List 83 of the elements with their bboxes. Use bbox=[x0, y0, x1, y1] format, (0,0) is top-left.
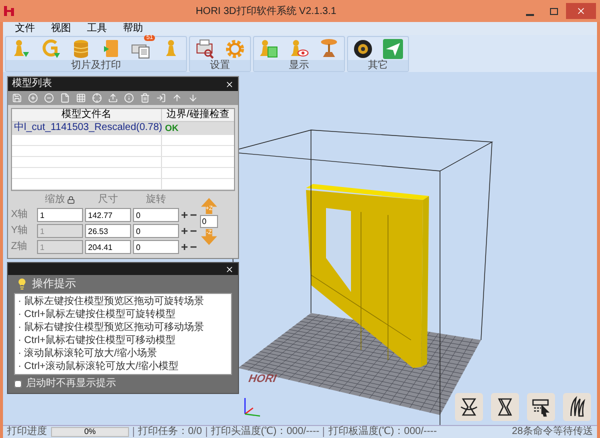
arrow-down-icon[interactable] bbox=[188, 93, 198, 103]
window-title: HORI 3D打印软件系统 V2.1.3.1 bbox=[194, 4, 338, 18]
command-queue-status: 28条命令等待传送 bbox=[512, 427, 593, 437]
print-job-status: 打印任务：0/0 bbox=[138, 427, 202, 437]
decrease-button[interactable]: − bbox=[190, 241, 198, 253]
pawn-eye-icon[interactable] bbox=[288, 38, 310, 60]
tips-title: 操作提示 bbox=[32, 276, 76, 292]
file-icon[interactable] bbox=[60, 93, 70, 103]
menu-item[interactable]: 工具 bbox=[87, 24, 107, 34]
trash-icon[interactable] bbox=[140, 93, 150, 103]
z-offset-field[interactable]: 0 bbox=[200, 215, 218, 228]
info-icon[interactable] bbox=[124, 93, 134, 103]
rotation-field[interactable]: 0 bbox=[133, 240, 179, 254]
increase-button[interactable]: + bbox=[181, 225, 188, 237]
tip-text: · Ctrl+滚动鼠标滚轮可放大/缩小模型 bbox=[18, 360, 180, 373]
tip-text: · Ctrl+鼠标左键按住模型可旋转模型 bbox=[18, 308, 176, 321]
view-button[interactable] bbox=[563, 393, 591, 421]
menu-item[interactable]: 视图 bbox=[51, 24, 71, 34]
ribbon-group-label: 切片及打印 bbox=[6, 60, 186, 71]
grid-icon[interactable] bbox=[76, 93, 86, 103]
scale-field[interactable]: 1 bbox=[37, 208, 83, 222]
tip-text: · Ctrl+鼠标右键按住模型可移动模型 bbox=[18, 334, 176, 347]
axis-label: X轴 bbox=[11, 210, 29, 220]
ribbon-group-label: 设置 bbox=[190, 60, 250, 71]
gear-icon[interactable] bbox=[224, 38, 246, 60]
rotation-heading: 旋转 bbox=[145, 194, 167, 206]
rotation-field[interactable]: 0 bbox=[133, 208, 179, 222]
close-button[interactable] bbox=[566, 3, 596, 19]
increase-button[interactable]: + bbox=[181, 209, 188, 221]
menu-item[interactable]: 文件 bbox=[15, 24, 35, 34]
size-field[interactable]: 26.53 bbox=[85, 224, 131, 238]
pawn-sheet-icon[interactable] bbox=[258, 38, 280, 60]
lamp-icon[interactable] bbox=[318, 38, 340, 60]
increase-button[interactable]: + bbox=[181, 241, 188, 253]
restore-icon[interactable] bbox=[550, 8, 558, 14]
add-icon[interactable] bbox=[28, 93, 38, 103]
file-name-cell: 中l_cut_1141503_Rescaled(0.78) bbox=[12, 122, 162, 134]
remove-icon[interactable] bbox=[44, 93, 54, 103]
printer-magnifier-icon[interactable] bbox=[194, 38, 216, 60]
paper-plane-icon[interactable] bbox=[382, 38, 404, 60]
model-row[interactable]: 中l_cut_1141503_Rescaled(0.78) OK bbox=[12, 122, 234, 135]
tip-text: · 鼠标右键按住模型预览区拖动可移动场景 bbox=[18, 321, 206, 334]
lock-icon[interactable] bbox=[67, 196, 75, 204]
upload-icon[interactable] bbox=[108, 93, 118, 103]
progress-label: 打印进度 bbox=[7, 427, 47, 437]
rotation-field[interactable]: 0 bbox=[133, 224, 179, 238]
app-logo-icon bbox=[4, 6, 14, 16]
close-icon[interactable] bbox=[225, 80, 234, 88]
ring-arrow-icon[interactable] bbox=[40, 38, 62, 60]
column-header: 模型文件名 bbox=[12, 109, 162, 121]
panel-title: 模型列表 bbox=[12, 79, 52, 89]
size-heading: 尺寸 bbox=[97, 194, 119, 206]
column-header: 边界/碰撞检查 bbox=[166, 109, 230, 121]
dont-show-label: 启动时不再显示提示 bbox=[26, 378, 116, 390]
import-icon[interactable] bbox=[156, 93, 166, 103]
view-button[interactable] bbox=[527, 393, 555, 421]
view-button[interactable] bbox=[491, 393, 519, 421]
check-status-cell-text: OK bbox=[164, 122, 180, 134]
arrow-up-icon[interactable] bbox=[172, 93, 182, 103]
camera-lens-icon[interactable] bbox=[352, 38, 374, 60]
dont-show-checkbox[interactable] bbox=[14, 380, 22, 388]
tip-text: · 鼠标左键按住模型预览区拖动可旋转场景 bbox=[18, 295, 206, 308]
decrease-button[interactable]: − bbox=[190, 225, 198, 237]
decrease-button[interactable]: − bbox=[190, 209, 198, 221]
size-field[interactable]: 142.77 bbox=[85, 208, 131, 222]
axis-label: Z轴 bbox=[11, 242, 28, 252]
save-icon[interactable] bbox=[12, 93, 22, 103]
view-button[interactable] bbox=[455, 393, 483, 421]
lightbulb-icon bbox=[16, 278, 28, 290]
crosshair-icon[interactable] bbox=[92, 93, 102, 103]
ribbon-group-label: 其它 bbox=[348, 60, 408, 71]
progress-reading: 0% bbox=[83, 428, 97, 436]
axis-label: Y轴 bbox=[11, 226, 29, 236]
close-icon[interactable] bbox=[225, 264, 234, 274]
scale-heading: 缩放 bbox=[45, 194, 65, 206]
bed-logo: HORI bbox=[246, 373, 278, 385]
axis-gizmo-icon bbox=[243, 397, 261, 417]
tip-text: · 滚动鼠标滚轮可放大/缩小场景 bbox=[18, 347, 158, 360]
head-temperature: 打印头温度(℃)：000/---- bbox=[210, 427, 320, 437]
bed-temperature: 打印板温度(℃)：000/---- bbox=[328, 427, 437, 437]
size-field[interactable]: 204.41 bbox=[85, 240, 131, 254]
menu-item[interactable]: 帮助 bbox=[123, 24, 143, 34]
ribbon-group-label: 显示 bbox=[254, 60, 344, 71]
